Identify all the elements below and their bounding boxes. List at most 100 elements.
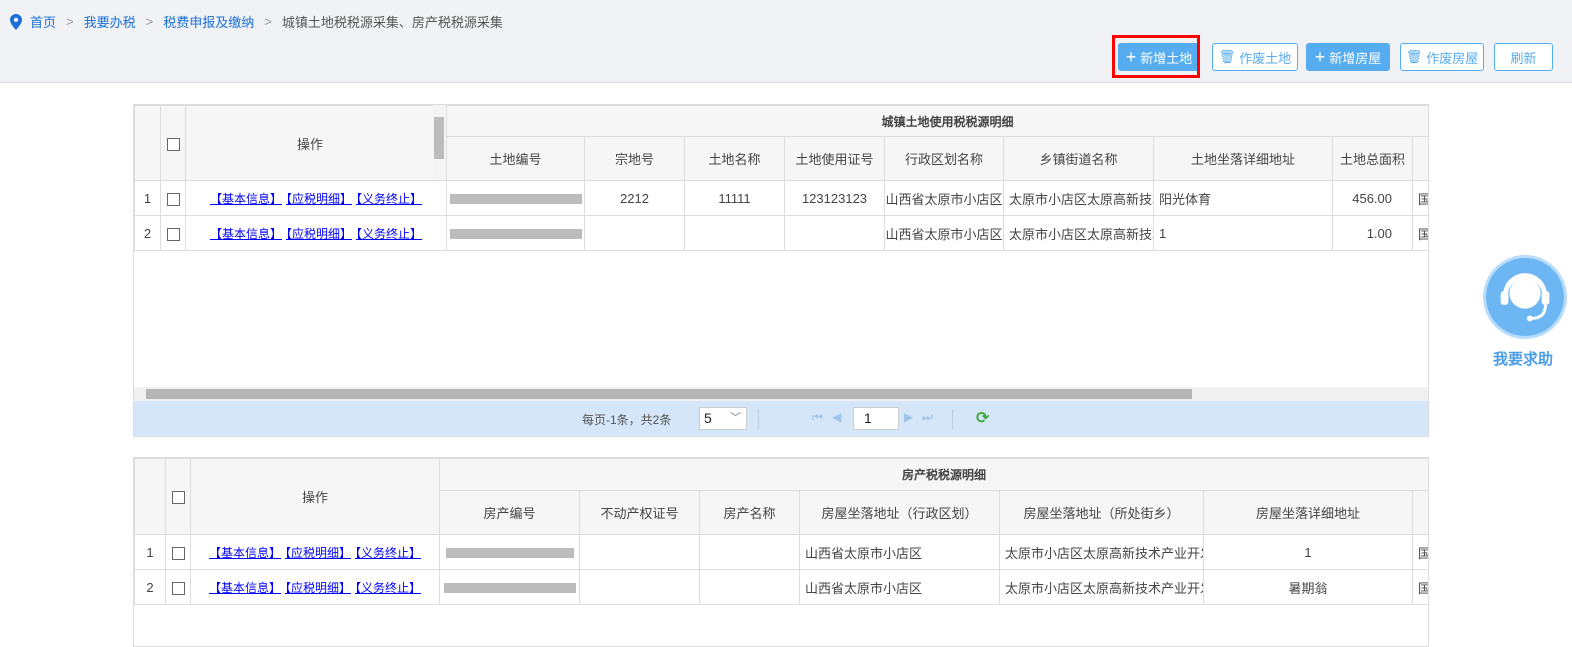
table-row: 1 【基本信息】 【应税明细】 【义务终止】 2212 11111 123123123 山…: [134, 180, 1428, 216]
terminate-link[interactable]: 【义务终止】: [356, 192, 422, 206]
basic-info-link[interactable]: 【基本信息】: [209, 581, 281, 595]
row-number: 1: [134, 180, 161, 216]
void-land-label: 作废土地: [1239, 50, 1292, 66]
prev-page-icon[interactable]: ◀: [832, 410, 841, 424]
cell: 1: [1153, 215, 1333, 251]
land-group-title: 城镇土地使用税税源明细: [445, 105, 1428, 137]
tax-detail-link[interactable]: 【应税明细】: [286, 192, 352, 206]
basic-info-link[interactable]: 【基本信息】: [210, 192, 282, 206]
land-grid: 操作 城镇土地使用税税源明细 土地编号 宗地号 土地名称 土地使用证号 行政区划名称 乡镇街…: [133, 104, 1429, 437]
location-pin-icon: [10, 13, 22, 30]
first-page-icon[interactable]: ⏮: [812, 410, 823, 425]
add-house-button[interactable]: + 新增房屋: [1306, 43, 1390, 71]
select-all-checkbox[interactable]: [171, 491, 185, 505]
cell: 国: [1411, 569, 1428, 605]
rownum-header: [134, 458, 166, 535]
page-input[interactable]: 1: [853, 407, 899, 430]
col-header: 行政区划名称: [884, 136, 1004, 181]
table-row: 1 【基本信息】 【应税明细】 【义务终止】 山西省太原市小店区 太原市小店区太原高新…: [134, 534, 1428, 570]
trash-icon: 🗑: [1218, 49, 1236, 64]
row-checkbox-cell: [165, 534, 191, 570]
terminate-link[interactable]: 【义务终止】: [356, 227, 422, 241]
redacted-value: [443, 583, 576, 594]
breadcrumb-declare[interactable]: 税费申报及缴纳: [163, 12, 254, 31]
scroll-thumb[interactable]: [434, 117, 444, 159]
refresh-button[interactable]: 刷新: [1494, 43, 1553, 71]
refresh-label: 刷新: [1510, 50, 1537, 66]
cell: 太原市小店区太原高新技术产业开发区: [999, 534, 1204, 570]
terminate-link[interactable]: 【义务终止】: [355, 546, 421, 560]
select-all-checkbox[interactable]: [166, 137, 180, 151]
cell: 123123123: [784, 180, 885, 216]
row-checkbox[interactable]: [171, 546, 185, 560]
row-checkbox[interactable]: [166, 227, 180, 241]
house-group-title: 房产税税源明细: [438, 458, 1428, 491]
row-checkbox-cell: [160, 180, 186, 216]
col-header: [1411, 490, 1428, 535]
cell: 太原市小店区太原高新技术: [1003, 215, 1154, 251]
land-id-cell: [446, 180, 585, 216]
cell: 山西省太原市小店区: [884, 215, 1004, 251]
cell: [699, 569, 800, 605]
help-button[interactable]: [1483, 255, 1567, 339]
cell: 456.00: [1332, 180, 1413, 216]
col-header: 土地名称: [684, 136, 785, 181]
row-checkbox-cell: [165, 569, 191, 605]
top-bar: 首页 > 我要办税 > 税费申报及缴纳 > 城镇土地税税源采集、房产税税源采集 + 新增…: [0, 0, 1572, 83]
row-checkbox-cell: [160, 215, 186, 251]
tax-detail-link[interactable]: 【应税明细】: [285, 581, 351, 595]
divider: [952, 409, 953, 429]
void-house-button[interactable]: 🗑 作废房屋: [1400, 43, 1484, 71]
col-header: 土地使用证号: [784, 136, 885, 181]
terminate-link[interactable]: 【义务终止】: [355, 581, 421, 595]
rownum-header: [134, 105, 161, 181]
breadcrumb: 首页 > 我要办税 > 税费申报及缴纳 > 城镇土地税税源采集、房产税税源采集: [10, 12, 503, 31]
reload-icon[interactable]: ⟳: [976, 408, 989, 428]
ops-cell: 【基本信息】 【应税明细】 【义务终止】: [190, 534, 440, 570]
col-header: 宗地号: [584, 136, 685, 181]
breadcrumb-tax[interactable]: 我要办税: [84, 12, 136, 31]
col-header: 房产名称: [699, 490, 800, 535]
highlight-box: [1112, 35, 1200, 78]
breadcrumb-separator: >: [66, 14, 74, 29]
pagination-bar: 每页-1条，共2条 5 ﹀ ⏮ ◀ 1 ▶ ⏭ ⟳: [134, 401, 1428, 436]
tax-detail-link[interactable]: 【应税明细】: [285, 546, 351, 560]
row-checkbox[interactable]: [171, 581, 185, 595]
cell: 太原市小店区太原高新技术: [1003, 180, 1154, 216]
next-page-icon[interactable]: ▶: [904, 410, 913, 424]
void-land-button[interactable]: 🗑 作废土地: [1212, 43, 1298, 71]
cell: [784, 215, 885, 251]
tax-detail-link[interactable]: 【应税明细】: [286, 227, 352, 241]
cell: 11111: [684, 180, 785, 216]
cell: 山西省太原市小店区: [884, 180, 1004, 216]
scroll-thumb[interactable]: [146, 389, 1192, 399]
basic-info-link[interactable]: 【基本信息】: [210, 227, 282, 241]
land-id-cell: [446, 215, 585, 251]
select-all-cell: [165, 458, 191, 535]
house-id-cell: [439, 534, 580, 570]
cell: 太原市小店区太原高新技术产业开发区: [999, 569, 1204, 605]
col-header: 房屋坐落地址（所处街乡）: [999, 490, 1204, 535]
cell: 1.00: [1332, 215, 1413, 251]
row-number: 1: [134, 534, 166, 570]
cell: 国: [1411, 215, 1428, 251]
help-label[interactable]: 我要求助: [1493, 348, 1553, 369]
row-number: 2: [134, 215, 161, 251]
row-checkbox[interactable]: [166, 192, 180, 206]
col-header: 房屋坐落详细地址: [1203, 490, 1413, 535]
trash-icon: 🗑: [1405, 49, 1423, 64]
col-header: 土地总面积: [1332, 136, 1413, 181]
horizontal-scrollbar[interactable]: [134, 387, 1428, 401]
last-page-icon[interactable]: ⏭: [922, 410, 933, 425]
cell: [684, 215, 785, 251]
page-size-select[interactable]: 5 ﹀: [699, 407, 747, 430]
cell: 暑期翁: [1203, 569, 1413, 605]
col-header: 房屋坐落地址（行政区划）: [799, 490, 1000, 535]
breadcrumb-current: 城镇土地税税源采集、房产税税源采集: [281, 15, 503, 30]
select-all-cell: [160, 105, 186, 181]
breadcrumb-separator: >: [145, 14, 154, 29]
breadcrumb-home[interactable]: 首页: [30, 12, 56, 31]
void-house-label: 作废房屋: [1426, 50, 1479, 66]
vertical-scrollbar[interactable]: [433, 105, 445, 180]
basic-info-link[interactable]: 【基本信息】: [209, 546, 281, 560]
